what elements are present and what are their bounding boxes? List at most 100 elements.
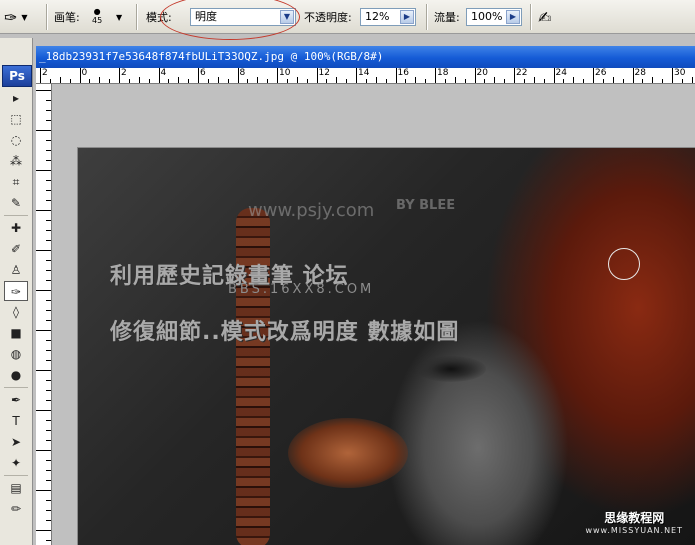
ruler-tick	[543, 79, 545, 83]
ruler-tick	[148, 79, 150, 83]
ruler-label: 0	[81, 68, 88, 78]
ruler-tick	[642, 79, 644, 83]
horizontal-ruler[interactable]: 2 0 2 4 6 8 10 12 14 16 18 20 22 24 26 28 30	[36, 68, 695, 84]
ruler-tick	[662, 79, 664, 83]
ruler-tick	[46, 150, 51, 151]
mode-dropdown-chevron-icon[interactable]: ▼	[280, 10, 294, 24]
ruler-tick	[36, 370, 51, 371]
ruler-label: 10	[279, 68, 291, 78]
brush-size: 45	[92, 16, 103, 25]
marquee-tool[interactable]: ⬚	[4, 109, 28, 129]
ruler-tick	[178, 77, 180, 83]
ruler-label: 24	[555, 68, 567, 78]
brush-picker[interactable]: ● 45	[92, 0, 102, 34]
ruler-tick	[681, 79, 683, 83]
lips	[288, 418, 408, 488]
ruler-label: 2	[121, 68, 127, 78]
slice-tool[interactable]: ✎	[4, 193, 28, 213]
clone-stamp-tool[interactable]: ♙	[4, 260, 28, 280]
ruler-tick	[46, 360, 51, 361]
ruler-tick	[46, 390, 51, 391]
ruler-tick	[46, 500, 51, 501]
ruler-tick	[36, 210, 51, 211]
ruler-tick	[405, 79, 407, 83]
healing-brush-tool[interactable]: ✚	[4, 218, 28, 238]
ruler-tick	[563, 79, 565, 83]
ps-logo[interactable]: Ps	[2, 65, 32, 87]
ruler-tick	[46, 180, 51, 181]
brush-label: 画笔:	[54, 11, 80, 24]
ruler-tick	[36, 250, 51, 251]
ruler-tick	[267, 79, 269, 83]
ruler-tick	[336, 77, 338, 83]
opacity-field[interactable]: 12% ▶	[360, 8, 416, 26]
mode-select[interactable]: 明度 ▼	[190, 8, 296, 26]
brush-tool[interactable]: ✐	[4, 239, 28, 259]
flow-slider-arrow-icon[interactable]: ▶	[506, 10, 520, 24]
lasso-tool[interactable]: ◌	[4, 130, 28, 150]
move-tool[interactable]: ▸	[4, 88, 28, 108]
ruler-tick	[395, 68, 397, 83]
ruler-tick	[385, 79, 387, 83]
ruler-tick	[46, 320, 51, 321]
opacity-slider-arrow-icon[interactable]: ▶	[400, 10, 414, 24]
vertical-ruler[interactable]	[36, 84, 52, 545]
ruler-tick	[415, 77, 417, 83]
opacity-value: 12%	[365, 10, 390, 23]
gradient-tool[interactable]: ■	[4, 323, 28, 343]
magic-wand-tool[interactable]: ⁂	[4, 151, 28, 171]
watermark-site: www.psjy.com	[248, 200, 375, 221]
ruler-tick	[46, 200, 51, 201]
path-selection-tool[interactable]: ➤	[4, 432, 28, 452]
eraser-tool[interactable]: ◊	[4, 302, 28, 322]
ruler-tick	[36, 450, 51, 451]
notes-tool[interactable]: ▤	[4, 478, 28, 498]
ruler-tick	[602, 79, 604, 83]
corner-logo-text: 思缘教程网	[604, 511, 665, 525]
brush-picker-chevron-icon[interactable]: ▼	[116, 0, 122, 34]
document-titlebar[interactable]: _18db23931f7e53648f874fbULiT33OQZ.jpg @ …	[36, 46, 695, 68]
flow-value: 100%	[471, 10, 503, 23]
ruler-tick	[632, 68, 634, 83]
ruler-label: 16	[397, 68, 409, 78]
type-tool[interactable]: T	[4, 411, 28, 431]
dodge-tool[interactable]: ●	[4, 365, 28, 385]
tool-preset-picker[interactable]: ✑ ▼	[4, 0, 28, 34]
ruler-tick	[435, 68, 436, 83]
ruler-tick	[46, 190, 51, 191]
ruler-tick	[444, 79, 446, 83]
ruler-tick	[533, 77, 535, 83]
separator	[426, 4, 428, 30]
ruler-tick	[119, 68, 120, 83]
ruler-tick	[46, 400, 51, 401]
airbrush-icon: ✍	[538, 7, 552, 27]
eyedropper-tool[interactable]: ✏	[4, 499, 28, 519]
canvas-area[interactable]: www.psjy.com BY BLEE 利用歷史記錄畫筆 论坛 BBS.16X…	[52, 84, 695, 545]
ruler-tick	[46, 460, 51, 461]
crop-tool[interactable]: ⌗	[4, 172, 28, 192]
ruler-tick	[494, 77, 496, 83]
photo-canvas[interactable]: www.psjy.com BY BLEE 利用歷史記錄畫筆 论坛 BBS.16X…	[78, 148, 695, 545]
ruler-tick	[652, 77, 654, 83]
pen-tool[interactable]: ✒	[4, 390, 28, 410]
ruler-tick	[356, 68, 357, 83]
ruler-tick	[227, 79, 229, 83]
shape-tool[interactable]: ✦	[4, 453, 28, 473]
watermark-signature: BY BLEE	[396, 198, 456, 213]
ruler-tick	[40, 68, 41, 83]
ruler-tick	[691, 77, 693, 83]
ruler-tick	[69, 79, 71, 83]
ruler-tick	[484, 79, 486, 83]
ruler-tick	[46, 100, 51, 101]
ruler-label: 6	[200, 68, 206, 78]
history-brush-tool[interactable]: ✑	[4, 281, 28, 301]
ruler-tick	[46, 350, 51, 351]
corner-logo: 思缘教程网 www.MISSYUAN.NET	[585, 509, 683, 535]
airbrush-button[interactable]: ✍	[538, 0, 551, 34]
ruler-tick	[46, 240, 51, 241]
flow-field[interactable]: 100% ▶	[466, 8, 522, 26]
ruler-tick	[198, 68, 199, 83]
blur-tool[interactable]: ◍	[4, 344, 28, 364]
ruler-tick	[36, 170, 51, 171]
eye	[416, 356, 486, 382]
